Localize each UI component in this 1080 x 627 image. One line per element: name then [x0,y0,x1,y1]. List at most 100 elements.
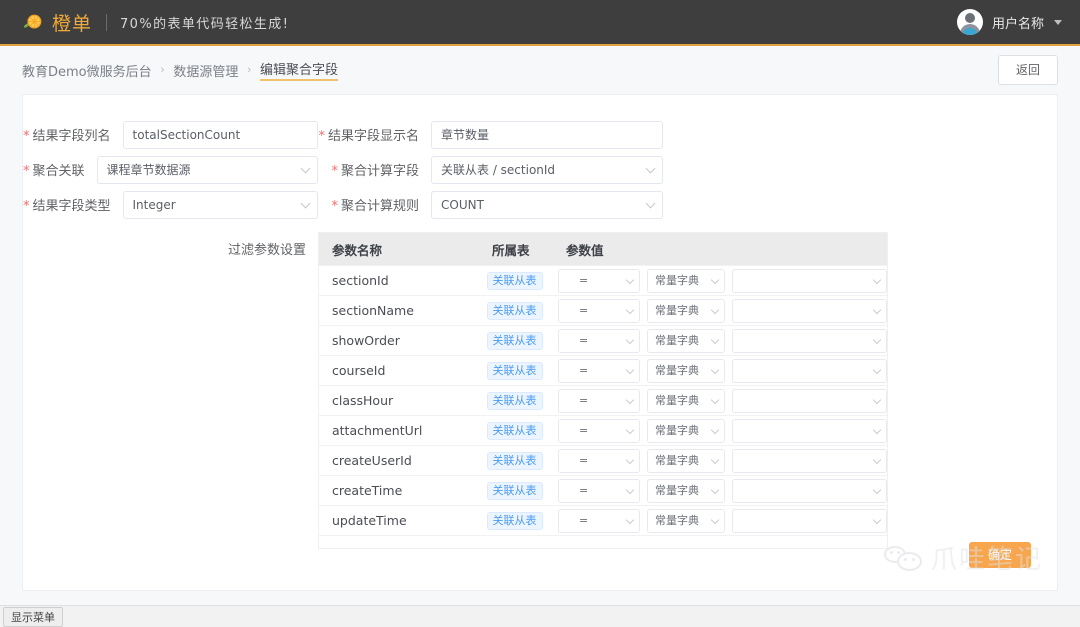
form-field-result-column-name: * 结果字段列名 totalSectionCount [23,117,318,152]
select-value: 常量字典 [655,513,699,527]
param-value-select[interactable] [732,418,887,443]
table-row: classHour 关联从表 = 常量字典 [319,385,887,415]
owner-table-badge[interactable]: 关联从表 [486,482,543,500]
confirm-button[interactable]: 确定 [969,542,1031,568]
chevron-down-icon [625,335,635,344]
breadcrumb-item-current: 编辑聚合字段 [260,59,339,81]
chevron-down-icon [625,275,635,284]
chevron-down-icon [645,163,656,173]
owner-table-badge[interactable]: 关联从表 [486,362,543,380]
user-menu[interactable]: 用户名称 [956,9,1062,35]
required-marker: * [318,129,325,144]
table-body: sectionId 关联从表 = 常量字典 sectionName 关联从表 = 常量字典 sh… [319,265,887,535]
owner-table-badge[interactable]: 关联从表 [486,332,543,350]
aggregate-rule-select[interactable]: COUNT [431,190,663,219]
param-value-select[interactable] [732,268,887,293]
param-name-cell: sectionName [332,303,414,318]
value-source-select[interactable]: 常量字典 [647,418,725,443]
show-menu-button[interactable]: 显示菜单 [3,606,63,627]
breadcrumb-item-root[interactable]: 教育Demo微服务后台 [22,61,152,80]
aggregate-relation-select[interactable]: 课程章节数据源 [96,155,318,184]
param-value-select[interactable] [732,508,887,533]
param-value-select[interactable] [732,328,887,353]
param-value-cell: = 常量字典 [558,268,887,293]
param-value-select[interactable] [732,358,887,383]
chevron-down-icon [710,335,720,344]
value-source-select[interactable]: 常量字典 [647,478,725,503]
select-value: 常量字典 [655,363,699,377]
table-row: sectionId 关联从表 = 常量字典 [319,265,887,295]
value-source-select[interactable]: 常量字典 [647,508,725,533]
value-source-select[interactable]: 常量字典 [647,268,725,293]
value-source-select[interactable]: 常量字典 [647,298,725,323]
operator-select[interactable]: = [558,328,640,353]
chevron-down-icon [625,425,635,434]
owner-table-badge[interactable]: 关联从表 [486,512,543,530]
select-value: = [579,333,589,347]
operator-select[interactable]: = [558,508,640,533]
select-value: 常量字典 [655,423,699,437]
value-source-select[interactable]: 常量字典 [647,328,725,353]
chevron-down-icon [710,395,720,404]
operator-select[interactable]: = [558,358,640,383]
select-value: 关联从表 / sectionId [441,162,556,177]
select-value: = [579,423,589,437]
chevron-down-icon [872,515,882,524]
filter-params-block: 过滤参数设置 参数名称 所属表 参数值 sectionId 关联从表 = 常量字典 se… [23,232,1057,549]
param-value-cell: = 常量字典 [558,358,887,383]
param-name-cell: createUserId [332,453,412,468]
result-display-name-input[interactable]: 章节数量 [431,120,663,149]
select-value: 常量字典 [655,303,699,317]
form-row: * 结果字段类型 Integer * 聚合计算规则 COUNT [23,187,1057,222]
table-row: sectionName 关联从表 = 常量字典 [319,295,887,325]
user-avatar-icon [956,9,983,35]
back-button[interactable]: 返回 [998,55,1058,85]
brand: 橙单 70%的表单代码轻松生成! [22,9,289,36]
chevron-down-icon [625,395,635,404]
operator-select[interactable]: = [558,388,640,413]
owner-table-badge[interactable]: 关联从表 [486,392,543,410]
operator-select[interactable]: = [558,418,640,443]
owner-table-badge[interactable]: 关联从表 [486,422,543,440]
owner-table-cell: 关联从表 [486,451,558,470]
owner-table-badge[interactable]: 关联从表 [486,272,543,290]
filter-params-table: 参数名称 所属表 参数值 sectionId 关联从表 = 常量字典 sectionNa… [318,232,888,549]
operator-select[interactable]: = [558,478,640,503]
required-marker: * [331,199,338,214]
param-value-select[interactable] [732,298,887,323]
form-row: * 结果字段列名 totalSectionCount * 结果字段显示名 章节数量 [23,117,1057,152]
chevron-down-icon [710,455,720,464]
breadcrumb-item-datasource[interactable]: 数据源管理 [173,61,238,80]
owner-table-badge[interactable]: 关联从表 [486,302,543,320]
field-label: * 聚合计算字段 [331,164,419,179]
owner-table-cell: 关联从表 [486,331,558,350]
param-value-cell: = 常量字典 [558,478,887,503]
brand-divider [106,13,108,31]
breadcrumb: 教育Demo微服务后台 › 数据源管理 › 编辑聚合字段 [22,59,339,81]
table-row: attachmentUrl 关联从表 = 常量字典 [319,415,887,445]
param-value-select[interactable] [732,388,887,413]
param-name-cell: showOrder [332,333,400,348]
owner-table-cell: 关联从表 [486,511,558,530]
value-source-select[interactable]: 常量字典 [647,448,725,473]
table-row: updateTime 关联从表 = 常量字典 [319,505,887,535]
chevron-down-icon [872,275,882,284]
select-value: 常量字典 [655,393,699,407]
owner-table-cell: 关联从表 [486,421,558,440]
required-marker: * [331,164,338,179]
value-source-select[interactable]: 常量字典 [647,388,725,413]
param-value-select[interactable] [732,448,887,473]
table-row: courseId 关联从表 = 常量字典 [319,355,887,385]
select-value: = [579,453,589,467]
owner-table-badge[interactable]: 关联从表 [486,452,543,470]
chevron-down-icon [625,515,635,524]
value-source-select[interactable]: 常量字典 [647,358,725,383]
operator-select[interactable]: = [558,268,640,293]
result-field-type-select[interactable]: Integer [122,190,318,219]
param-value-select[interactable] [732,478,887,503]
operator-select[interactable]: = [558,448,640,473]
select-value: = [579,393,589,407]
aggregate-field-select[interactable]: 关联从表 / sectionId [431,155,663,184]
operator-select[interactable]: = [558,298,640,323]
result-column-name-input[interactable]: totalSectionCount [122,120,318,149]
